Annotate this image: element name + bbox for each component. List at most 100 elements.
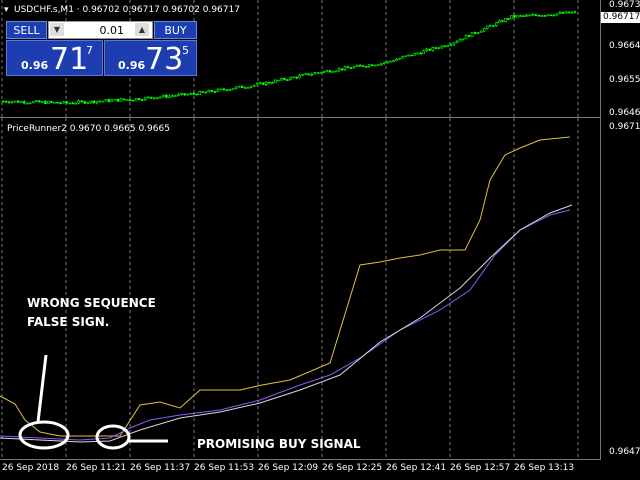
- candle-body: [28, 102, 32, 105]
- candle-body: [410, 54, 413, 57]
- candle-body: [249, 85, 253, 88]
- candle-body: [168, 95, 171, 98]
- candle-body: [258, 82, 262, 85]
- candle-body: [252, 84, 256, 87]
- candle-body: [255, 83, 259, 86]
- candle-body: [189, 93, 192, 95]
- indicator-title: PriceRunner2 0.9670 0.9665 0.9665: [7, 124, 170, 134]
- lot-size-value[interactable]: 0.01: [54, 24, 125, 37]
- candle-body: [165, 94, 168, 98]
- candle-body: [301, 74, 304, 76]
- candle-body: [516, 15, 519, 18]
- candle-body: [7, 101, 11, 104]
- candle-body: [271, 82, 274, 84]
- candle-body: [216, 88, 220, 92]
- candle-body: [346, 66, 350, 69]
- candle-body: [243, 87, 247, 89]
- candle-body: [513, 15, 516, 18]
- candle-body: [56, 101, 59, 104]
- candle-body: [134, 98, 138, 101]
- indicator-price-label: 0.9671: [609, 122, 640, 132]
- candle-body: [398, 58, 401, 60]
- candle-body: [549, 14, 553, 17]
- time-label: 26 Sep 11:37: [130, 463, 191, 473]
- price-label: 0.96550: [609, 75, 640, 85]
- candle-body: [65, 101, 68, 104]
- candle-body: [307, 73, 310, 76]
- candle-body: [395, 58, 398, 62]
- candle-body: [140, 99, 144, 101]
- candle-body: [137, 98, 141, 100]
- candle-body: [519, 15, 522, 17]
- candle-body: [16, 100, 20, 103]
- candle-body: [116, 98, 120, 102]
- indicator-chart[interactable]: [0, 118, 600, 460]
- candle-body: [458, 39, 462, 42]
- candle-body: [50, 101, 53, 103]
- candle-body: [283, 78, 286, 80]
- candle-body: [298, 75, 301, 79]
- candle-body: [304, 73, 307, 76]
- candle-body: [201, 91, 205, 93]
- lot-increase-icon[interactable]: ▲: [135, 23, 149, 36]
- annotation-wrong-sequence: WRONG SEQUENCE: [27, 296, 156, 310]
- time-label: 26 Sep 12:41: [386, 463, 447, 473]
- candle-body: [401, 56, 404, 59]
- price-axis-line: [600, 0, 601, 460]
- candle-body: [337, 68, 341, 72]
- candle-body: [261, 82, 265, 85]
- candle-body: [383, 62, 386, 65]
- candle-body: [416, 52, 419, 55]
- candle-body: [470, 32, 474, 37]
- candle-body: [110, 99, 114, 102]
- annotation-arrow-line: [36, 354, 48, 423]
- candle-body: [467, 35, 471, 37]
- candle-body: [295, 76, 298, 79]
- candle-body: [53, 101, 56, 104]
- candle-body: [531, 14, 534, 16]
- candle-body: [10, 101, 14, 103]
- candle-body: [367, 64, 371, 67]
- sell-price-sup: 7: [86, 44, 93, 57]
- candle-body: [265, 81, 268, 85]
- candle-body: [41, 101, 44, 103]
- candle-body: [125, 99, 129, 101]
- candle-body: [504, 18, 507, 23]
- candle-body: [62, 101, 65, 104]
- candle-body: [419, 52, 422, 55]
- candle-body: [77, 100, 80, 104]
- candle-body: [280, 78, 283, 81]
- candle-body: [404, 55, 407, 58]
- candle-body: [177, 94, 180, 96]
- candle-body: [498, 20, 501, 23]
- sell-button[interactable]: SELL: [6, 21, 47, 39]
- candle-body: [107, 99, 111, 102]
- candle-body: [573, 11, 577, 13]
- candle-body: [525, 14, 528, 17]
- candle-body: [392, 60, 395, 63]
- candle-body: [380, 63, 383, 65]
- time-label: 26 Sep 2018: [2, 463, 60, 473]
- candle-body: [443, 45, 447, 48]
- candle-body: [522, 15, 525, 17]
- candle-body: [452, 42, 456, 45]
- candle-body: [74, 102, 77, 105]
- candle-body: [331, 71, 335, 73]
- candle-body: [537, 14, 540, 17]
- candle-body: [325, 70, 329, 72]
- candle-body: [376, 64, 380, 66]
- candle-body: [476, 32, 480, 34]
- price-label: 0.96460: [609, 108, 640, 118]
- candle-body: [13, 100, 17, 103]
- candle-body: [558, 12, 562, 14]
- candle-body: [358, 64, 362, 67]
- indicator-price-label: 0.9647: [609, 447, 640, 457]
- candle-body: [507, 18, 510, 20]
- buy-button[interactable]: BUY: [154, 21, 197, 39]
- candle-body: [171, 95, 174, 98]
- candle-body: [440, 45, 444, 49]
- time-label: 26 Sep 12:25: [322, 463, 383, 473]
- candle-body: [143, 97, 147, 101]
- candle-body: [413, 52, 416, 56]
- candle-body: [210, 90, 214, 92]
